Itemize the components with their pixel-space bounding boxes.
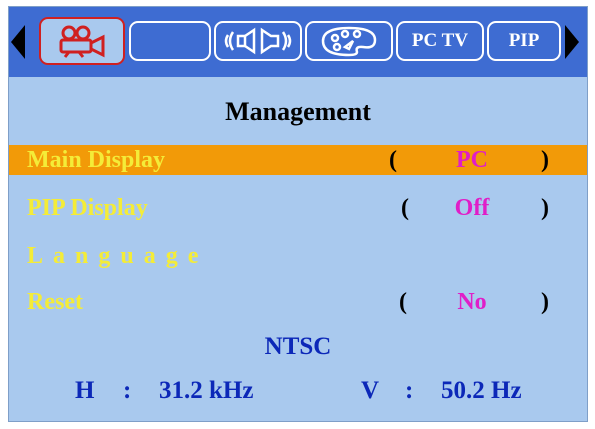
menu-item-main-display[interactable]: Main Display ( PC ) [9, 145, 587, 175]
menu-item-label: Main Display [27, 147, 166, 173]
tab-pip-label: PIP [508, 30, 540, 51]
arrow-right-icon[interactable] [565, 25, 579, 59]
menu-item-reset[interactable]: Reset ( No ) [9, 287, 587, 317]
menu-item-value: PC [456, 147, 488, 173]
tab-audio[interactable] [214, 21, 302, 61]
v-freq-label: V [361, 377, 380, 404]
palette-icon [315, 25, 383, 57]
menu-item-value: No [457, 289, 487, 315]
v-freq-value: 50.2 Hz [441, 377, 522, 404]
speaker-icon [222, 26, 294, 56]
value-open-paren: ( [399, 289, 407, 315]
tab-pc-tv-label: PC TV [411, 30, 469, 51]
page-title: Management [225, 97, 371, 126]
menu-tab-bar: PC TV PIP [9, 7, 587, 77]
menu-item-label: Language [27, 243, 209, 269]
value-open-paren: ( [401, 195, 409, 221]
tab-pc-tv[interactable]: PC TV [396, 21, 484, 61]
osd-menu: PC TV PIP Management Main Display ( PC )… [8, 6, 588, 422]
video-camera-icon [49, 24, 115, 58]
tab-blank[interactable] [129, 21, 211, 61]
h-freq-label: H [75, 377, 95, 404]
menu-item-label: PIP Display [27, 195, 148, 221]
menu-item-label: Reset [27, 289, 83, 315]
menu-item-language[interactable]: Language [9, 241, 587, 271]
value-open-paren: ( [389, 147, 397, 173]
value-close-paren: ) [541, 289, 549, 315]
v-freq-separator: : [405, 377, 414, 404]
arrow-left-icon[interactable] [11, 25, 25, 59]
value-close-paren: ) [541, 147, 549, 173]
menu-item-value: Off [454, 195, 490, 221]
value-close-paren: ) [541, 195, 549, 221]
h-freq-value: 31.2 kHz [159, 377, 254, 404]
tab-color[interactable] [305, 21, 393, 61]
signal-standard: NTSC [264, 333, 332, 360]
menu-item-pip-display[interactable]: PIP Display ( Off ) [9, 193, 587, 223]
tab-pip[interactable]: PIP [487, 21, 561, 61]
tab-video[interactable] [39, 17, 125, 65]
h-freq-separator: : [123, 377, 132, 404]
